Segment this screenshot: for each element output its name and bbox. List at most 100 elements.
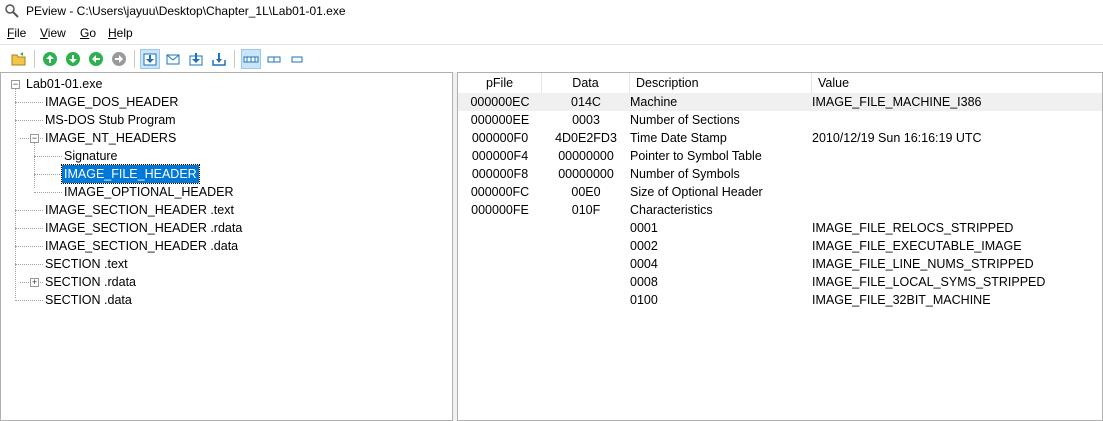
table-row[interactable]: 000000F4 00000000 Pointer to Symbol Tabl… [458, 147, 1102, 165]
tree-item-dos-header[interactable]: IMAGE_DOS_HEADER [43, 93, 180, 111]
detail-list-pane[interactable]: pFile Data Description Value 000000EC 01… [457, 72, 1103, 421]
cell-description: Characteristics [630, 203, 713, 217]
go-down-button[interactable] [63, 49, 83, 69]
green-down-arrow-icon [66, 52, 80, 66]
mode-full-button[interactable] [241, 49, 261, 69]
tree-item-section-header-rdata[interactable]: IMAGE_SECTION_HEADER .rdata [43, 219, 244, 237]
column-header-value[interactable]: Value [812, 73, 1102, 93]
tree-connector [15, 264, 43, 265]
menu-help[interactable]: Help [108, 26, 133, 40]
tree-expand-section-rdata[interactable]: + [30, 278, 39, 287]
go-up-button[interactable] [40, 49, 60, 69]
go-forward-button[interactable] [109, 49, 129, 69]
table-row[interactable]: 0002 IMAGE_FILE_EXECUTABLE_IMAGE [458, 237, 1102, 255]
tree-connector [34, 142, 35, 188]
blue-mail-icon [166, 54, 180, 65]
tree-root-file[interactable]: Lab01-01.exe [24, 75, 104, 93]
table-row[interactable]: 0001 IMAGE_FILE_RELOCS_STRIPPED [458, 219, 1102, 237]
menu-view[interactable]: View [40, 26, 66, 40]
tree-collapse-root[interactable]: − [11, 80, 20, 89]
view-hex-button[interactable] [140, 49, 160, 69]
cell-description: 0001 [630, 221, 658, 235]
cell-pfile: 000000F8 [471, 167, 529, 181]
gray-right-arrow-icon [112, 52, 126, 66]
tree-pane[interactable]: − − + Lab01-01.exe IMAGE_DOS_HEADER MS-D… [0, 72, 453, 421]
cell-description: Time Date Stamp [630, 131, 727, 145]
tree-item-section-text[interactable]: SECTION .text [43, 255, 130, 273]
tree-connector [15, 120, 43, 121]
cell-data: 00E0 [571, 185, 601, 199]
view-down-button[interactable] [186, 49, 206, 69]
cell-value: IMAGE_FILE_EXECUTABLE_IMAGE [812, 239, 1022, 253]
tree-item-dos-stub[interactable]: MS-DOS Stub Program [43, 111, 178, 129]
table-row[interactable]: 000000EE 0003 Number of Sections [458, 111, 1102, 129]
table-row[interactable]: 000000FC 00E0 Size of Optional Header [458, 183, 1102, 201]
cell-description: Pointer to Symbol Table [630, 149, 762, 163]
tree-item-optional-header[interactable]: IMAGE_OPTIONAL_HEADER [62, 183, 236, 201]
tree-collapse-nt-headers[interactable]: − [30, 134, 39, 143]
tree-connector [34, 174, 62, 175]
column-header-description[interactable]: Description [630, 73, 812, 93]
blue-down-arrow-box-icon [189, 53, 203, 66]
cell-value: IMAGE_FILE_LOCAL_SYMS_STRIPPED [812, 275, 1046, 289]
cell-pfile: 000000EC [470, 95, 530, 109]
cell-pfile: 000000FC [470, 185, 530, 199]
toolbar-separator [34, 50, 35, 68]
tree-connector [15, 300, 43, 301]
tree-item-file-header[interactable]: IMAGE_FILE_HEADER [61, 164, 200, 184]
cell-pfile: 000000FE [471, 203, 529, 217]
cell-pfile: 000000F0 [471, 131, 529, 145]
open-button[interactable] [9, 49, 29, 69]
medium-bar-icon [267, 56, 281, 63]
cell-description: Machine [630, 95, 678, 109]
table-row[interactable]: 000000F0 4D0E2FD3 Time Date Stamp 2010/1… [458, 129, 1102, 147]
cell-data: 014C [571, 95, 601, 109]
table-row[interactable]: 0004 IMAGE_FILE_LINE_NUMS_STRIPPED [458, 255, 1102, 273]
cell-data: 4D0E2FD3 [555, 131, 617, 145]
cell-description: 0004 [630, 257, 658, 271]
table-row[interactable]: 000000EC 014C Machine IMAGE_FILE_MACHINE… [458, 93, 1102, 111]
tree-connector [15, 228, 43, 229]
toolbar-separator [234, 50, 235, 68]
cell-value: IMAGE_FILE_LINE_NUMS_STRIPPED [812, 257, 1034, 271]
cell-description: 0002 [630, 239, 658, 253]
tree-item-section-header-text[interactable]: IMAGE_SECTION_HEADER .text [43, 201, 236, 219]
tree-item-section-header-data[interactable]: IMAGE_SECTION_HEADER .data [43, 237, 240, 255]
menu-file[interactable]: File [7, 26, 26, 40]
view-down2-button[interactable] [209, 49, 229, 69]
cell-description: Number of Symbols [630, 167, 740, 181]
column-header-data[interactable]: Data [542, 73, 630, 93]
tree-connector [34, 156, 62, 157]
column-header-pfile[interactable]: pFile [458, 73, 542, 93]
green-up-arrow-icon [43, 52, 57, 66]
table-row[interactable]: 000000F8 00000000 Number of Symbols [458, 165, 1102, 183]
blue-down-box-icon [143, 53, 157, 66]
toolbar-separator [134, 50, 135, 68]
open-folder-icon [11, 52, 26, 66]
blue-arrow-tray-icon [212, 53, 226, 66]
tree-connector [15, 246, 43, 247]
cell-description: 0008 [630, 275, 658, 289]
tree-item-nt-headers[interactable]: IMAGE_NT_HEADERS [43, 129, 178, 147]
tree-item-section-rdata[interactable]: SECTION .rdata [43, 273, 138, 291]
mode-small-button[interactable] [287, 49, 307, 69]
view-header-button[interactable] [163, 49, 183, 69]
table-row[interactable]: 0008 IMAGE_FILE_LOCAL_SYMS_STRIPPED [458, 273, 1102, 291]
wide-bar-icon [243, 56, 259, 63]
mode-medium-button[interactable] [264, 49, 284, 69]
small-bar-icon [291, 56, 303, 63]
cell-description: Size of Optional Header [630, 185, 763, 199]
table-row[interactable]: 000000FE 010F Characteristics [458, 201, 1102, 219]
table-row[interactable]: 0100 IMAGE_FILE_32BIT_MACHINE [458, 291, 1102, 309]
menu-go[interactable]: Go [80, 26, 96, 40]
cell-pfile: 000000F4 [471, 149, 529, 163]
cell-value: 2010/12/19 Sun 16:16:19 UTC [812, 131, 982, 145]
tree-connector [15, 102, 43, 103]
title-bar: PEview - C:\Users\jayuu\Desktop\Chapter_… [0, 0, 1103, 24]
tree-item-section-data[interactable]: SECTION .data [43, 291, 134, 309]
tree-connector [15, 210, 43, 211]
cell-value: IMAGE_FILE_MACHINE_I386 [812, 95, 982, 109]
tree-item-signature[interactable]: Signature [62, 147, 120, 165]
toolbar [0, 44, 1103, 74]
go-back-button[interactable] [86, 49, 106, 69]
